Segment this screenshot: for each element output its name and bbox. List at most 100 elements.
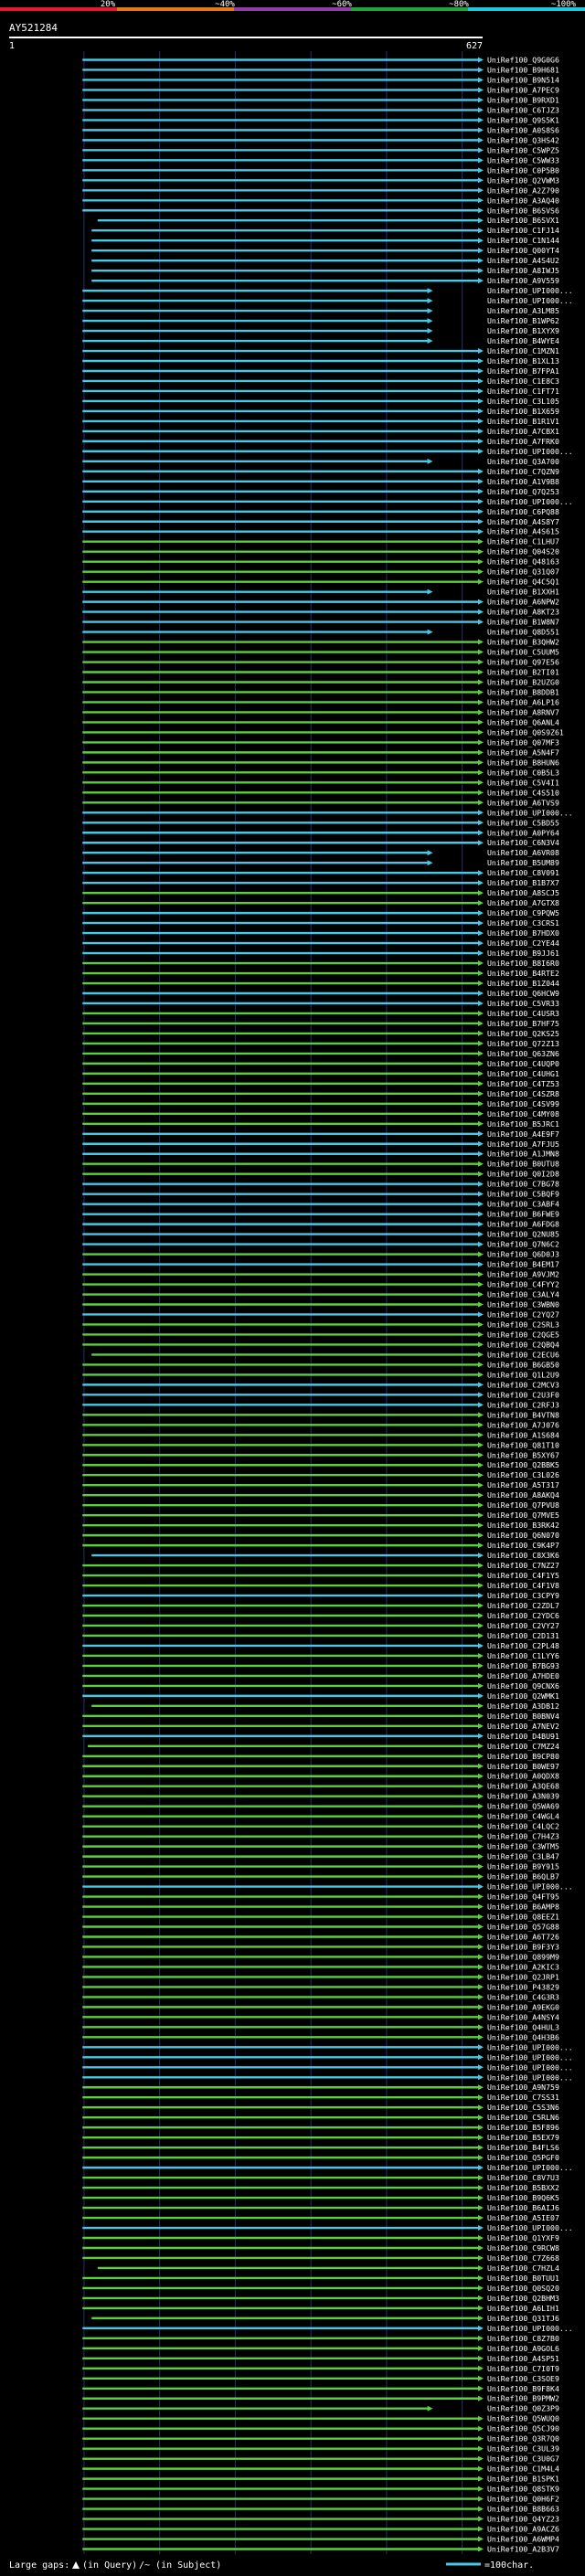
hit-label[interactable]: UniRef100_B2TI01	[487, 668, 559, 677]
hit-label[interactable]: UniRef100_C8Z7B0	[487, 2334, 559, 2343]
hit-label[interactable]: UniRef100_A8AKQ4	[487, 1490, 559, 1500]
hit-label[interactable]: UniRef100_C9PQW5	[487, 908, 559, 917]
hit-label[interactable]: UniRef100_B1WP62	[487, 316, 559, 325]
hit-label[interactable]: UniRef100_P43829	[487, 1982, 559, 1991]
hit-label[interactable]: UniRef100_B9CP80	[487, 1752, 559, 1761]
hit-label[interactable]: UniRef100_A6VR08	[487, 848, 559, 857]
hit-label[interactable]: UniRef100_A1V9B8	[487, 477, 559, 486]
hit-label[interactable]: UniRef100_C4USR3	[487, 1009, 559, 1018]
hit-label[interactable]: UniRef100_C7MZ24	[487, 1742, 559, 1751]
hit-label[interactable]: UniRef100_Q3HS42	[487, 135, 559, 144]
hit-label[interactable]: UniRef100_A1S684	[487, 1430, 559, 1439]
hit-label[interactable]: UniRef100_B5JRC1	[487, 1119, 559, 1129]
hit-label[interactable]: UniRef100_Q0Z3P9	[487, 2404, 559, 2413]
hit-label[interactable]: UniRef100_A7PEC9	[487, 85, 559, 94]
hit-label[interactable]: UniRef100_UPI000...	[487, 497, 573, 506]
hit-label[interactable]: UniRef100_Q899M9	[487, 1952, 559, 1961]
hit-label[interactable]: UniRef100_C4UQP0	[487, 1059, 559, 1068]
hit-label[interactable]: UniRef100_A6NPW2	[487, 598, 559, 607]
hit-label[interactable]: UniRef100_A7FJU5	[487, 1140, 559, 1149]
hit-label[interactable]: UniRef100_C7HZL4	[487, 2263, 559, 2273]
hit-label[interactable]: UniRef100_Q4YZ23	[487, 2515, 559, 2524]
hit-label[interactable]: UniRef100_B1XXH1	[487, 588, 559, 597]
hit-label[interactable]: UniRef100_B7BG93	[487, 1661, 559, 1670]
hit-label[interactable]: UniRef100_A5T317	[487, 1480, 559, 1489]
hit-label[interactable]: UniRef100_A7GTX8	[487, 898, 559, 907]
hit-label[interactable]: UniRef100_A8RNV7	[487, 707, 559, 716]
hit-label[interactable]: UniRef100_C2SRL3	[487, 1320, 559, 1329]
hit-label[interactable]: UniRef100_A6LP16	[487, 697, 559, 706]
hit-label[interactable]: UniRef100_Q2BHM3	[487, 2294, 559, 2303]
hit-label[interactable]: UniRef100_B5BXX2	[487, 2183, 559, 2192]
hit-label[interactable]: UniRef100_B4FLS6	[487, 2143, 559, 2152]
hit-label[interactable]: UniRef100_Q81T10	[487, 1440, 559, 1449]
hit-label[interactable]: UniRef100_Q9CNX6	[487, 1681, 559, 1691]
hit-label[interactable]: UniRef100_Q1L2U9	[487, 1370, 559, 1379]
hit-label[interactable]: UniRef100_A7J076	[487, 1420, 559, 1429]
hit-label[interactable]: UniRef100_C3CPY9	[487, 1591, 559, 1600]
hit-label[interactable]: UniRef100_C1LHU7	[487, 537, 559, 546]
hit-label[interactable]: UniRef100_UPI000...	[487, 286, 573, 295]
hit-label[interactable]: UniRef100_C8V091	[487, 868, 559, 877]
hit-label[interactable]: UniRef100_C2QGE5	[487, 1330, 559, 1339]
hit-label[interactable]: UniRef100_A9ACZ6	[487, 2525, 559, 2534]
hit-label[interactable]: UniRef100_C4MY08	[487, 1109, 559, 1118]
hit-label[interactable]: UniRef100_Q2NU85	[487, 1230, 559, 1239]
hit-label[interactable]: UniRef100_B4WYE4	[487, 336, 559, 345]
hit-label[interactable]: UniRef100_A3QE68	[487, 1782, 559, 1791]
hit-label[interactable]: UniRef100_A4S8Y7	[487, 517, 559, 526]
hit-label[interactable]: UniRef100_C4G3R3	[487, 1992, 559, 2001]
hit-label[interactable]: UniRef100_C4S510	[487, 788, 559, 797]
hit-label[interactable]: UniRef100_C4UHG1	[487, 1069, 559, 1078]
hit-label[interactable]: UniRef100_C2RFJ3	[487, 1400, 559, 1409]
hit-label[interactable]: UniRef100_C9K4P7	[487, 1541, 559, 1550]
hit-label[interactable]: UniRef100_Q2BBK5	[487, 1460, 559, 1469]
hit-label[interactable]: UniRef100_Q7N6C2	[487, 1240, 559, 1249]
hit-label[interactable]: UniRef100_B8DDB1	[487, 687, 559, 696]
hit-label[interactable]: UniRef100_D4BU91	[487, 1732, 559, 1741]
hit-label[interactable]: UniRef100_C8X3K6	[487, 1551, 559, 1560]
hit-label[interactable]: UniRef100_B9JJ61	[487, 949, 559, 958]
hit-label[interactable]: UniRef100_C9RCW8	[487, 2243, 559, 2253]
hit-label[interactable]: UniRef100_C2U3F0	[487, 1390, 559, 1399]
hit-label[interactable]: UniRef100_A2B3V7	[487, 2545, 559, 2554]
hit-label[interactable]: UniRef100_C5S3N6	[487, 2103, 559, 2112]
hit-label[interactable]: UniRef100_Q4HUL3	[487, 2022, 559, 2031]
hit-label[interactable]: UniRef100_B4VTN8	[487, 1410, 559, 1419]
hit-label[interactable]: UniRef100_UPI000...	[487, 2223, 573, 2232]
hit-label[interactable]: UniRef100_C1N144	[487, 236, 559, 245]
hit-label[interactable]: UniRef100_C7QZN9	[487, 467, 559, 476]
hit-label[interactable]: UniRef100_Q6HCW9	[487, 989, 559, 998]
hit-label[interactable]: UniRef100_A5IE07	[487, 2213, 559, 2222]
hit-label[interactable]: UniRef100_Q63ZN6	[487, 1049, 559, 1058]
hit-label[interactable]: UniRef100_C2ECU6	[487, 1350, 559, 1359]
hit-label[interactable]: UniRef100_C1E8C3	[487, 376, 559, 386]
hit-label[interactable]: UniRef100_Q5WUQ0	[487, 2414, 559, 2423]
hit-label[interactable]: UniRef100_B1R1V1	[487, 417, 559, 426]
hit-label[interactable]: UniRef100_B2UZG0	[487, 677, 559, 686]
hit-label[interactable]: UniRef100_C2YDC6	[487, 1611, 559, 1620]
hit-label[interactable]: UniRef100_UPI000...	[487, 296, 573, 305]
hit-label[interactable]: UniRef100_C4FYY2	[487, 1280, 559, 1289]
hit-label[interactable]: UniRef100_Q72Z13	[487, 1039, 559, 1048]
hit-label[interactable]: UniRef100_Q97E56	[487, 658, 559, 667]
hit-label[interactable]: UniRef100_C3L105	[487, 397, 559, 406]
hit-label[interactable]: UniRef100_C5BD55	[487, 818, 559, 827]
hit-label[interactable]: UniRef100_B1W8N7	[487, 618, 559, 627]
hit-label[interactable]: UniRef100_Q48163	[487, 557, 559, 567]
hit-label[interactable]: UniRef100_A9N759	[487, 2083, 559, 2092]
hit-label[interactable]: UniRef100_B9RXD1	[487, 95, 559, 104]
hit-label[interactable]: UniRef100_UPI000...	[487, 808, 573, 817]
hit-label[interactable]: UniRef100_B3QHW2	[487, 638, 559, 647]
hit-label[interactable]: UniRef100_A5N4F7	[487, 747, 559, 757]
hit-label[interactable]: UniRef100_B9F3Y3	[487, 1942, 559, 1951]
hit-label[interactable]: UniRef100_Q4H3B6	[487, 2032, 559, 2041]
hit-label[interactable]: UniRef100_Q4FT95	[487, 1892, 559, 1902]
hit-label[interactable]: UniRef100_UPI000...	[487, 2062, 573, 2072]
hit-label[interactable]: UniRef100_C1MZN1	[487, 346, 559, 355]
hit-label[interactable]: UniRef100_A3LM85	[487, 306, 559, 315]
hit-label[interactable]: UniRef100_B9Y915	[487, 1862, 559, 1871]
hit-label[interactable]: UniRef100_Q0I2D8	[487, 1170, 559, 1179]
hit-label[interactable]: UniRef100_UPI000...	[487, 2052, 573, 2062]
hit-label[interactable]: UniRef100_C2QBQ4	[487, 1340, 559, 1349]
